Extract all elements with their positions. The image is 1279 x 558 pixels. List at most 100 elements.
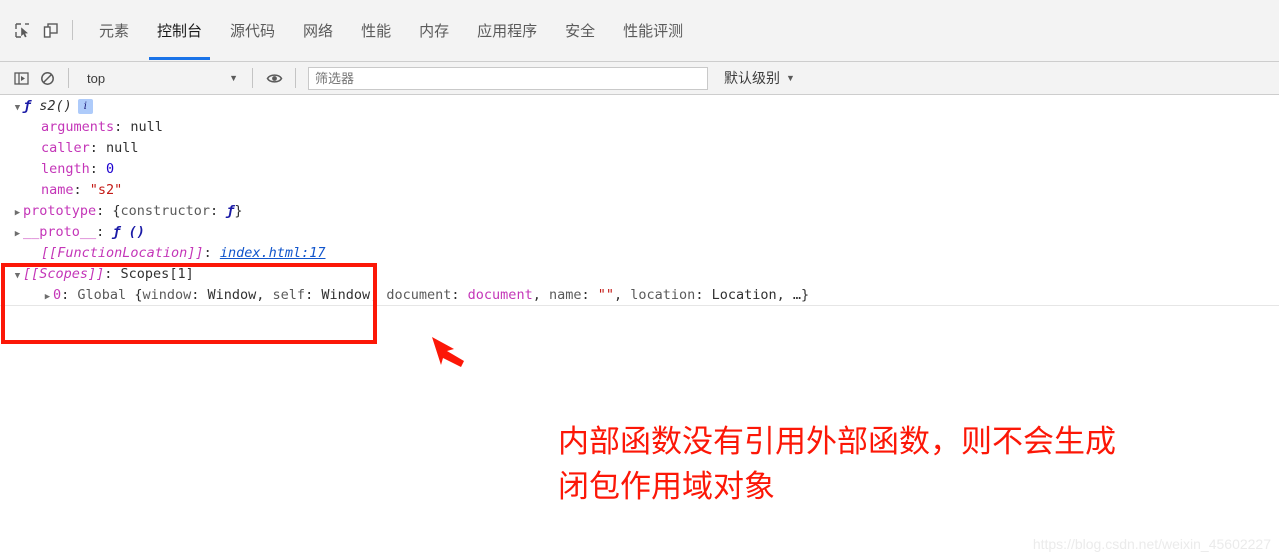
- console-token: name: [41, 182, 74, 198]
- tab-performance[interactable]: 性能: [347, 0, 405, 60]
- console-token: :: [581, 287, 598, 303]
- console-token: :: [89, 161, 107, 177]
- console-row-arguments[interactable]: arguments: null: [0, 117, 1279, 138]
- console-output: ƒ s2()iarguments: nullcaller: nulllength…: [0, 96, 1279, 306]
- annotation-line-1: 内部函数没有引用外部函数，则不会生成: [558, 424, 1116, 460]
- console-level-select[interactable]: 默认级别 ▼: [724, 68, 795, 88]
- tab-label: 控制台: [157, 22, 203, 40]
- console-row-prototype[interactable]: prototype: {constructor: ƒ}: [0, 201, 1279, 222]
- devtools-tab-list: 元素 控制台 源代码 网络 性能 内存 应用程序 安全 性能评测: [85, 0, 697, 60]
- disclosure-triangle-icon[interactable]: [42, 287, 53, 308]
- console-token: Window: [207, 287, 257, 303]
- console-token: Window: [321, 287, 371, 303]
- tab-sources[interactable]: 源代码: [216, 0, 289, 60]
- console-row-caller[interactable]: caller: null: [0, 138, 1279, 159]
- console-token: :: [209, 203, 227, 219]
- tab-memory[interactable]: 内存: [405, 0, 463, 60]
- console-toolbar-divider-2: [252, 68, 253, 88]
- console-token: :: [96, 224, 113, 240]
- console-token: : {: [96, 203, 121, 219]
- console-token: :: [451, 287, 468, 303]
- tab-label: 性能: [361, 22, 392, 40]
- disclosure-triangle-icon[interactable]: [12, 266, 23, 287]
- tab-application[interactable]: 应用程序: [463, 0, 551, 60]
- console-row-proto[interactable]: __proto__: ƒ (): [0, 222, 1279, 243]
- console-token: Scopes[1]: [120, 266, 194, 282]
- execution-context-value: top: [87, 70, 106, 86]
- console-token: constructor: [120, 203, 210, 219]
- devtools-toolbar-icons: [0, 0, 81, 60]
- disclosure-triangle-icon[interactable]: [12, 224, 23, 245]
- console-token: :: [191, 287, 208, 303]
- annotation-line-2: 闭包作用域对象: [558, 469, 775, 505]
- tab-label: 源代码: [230, 22, 276, 40]
- console-token: [[Scopes]]: [23, 266, 105, 282]
- info-badge-icon[interactable]: i: [77, 98, 93, 114]
- console-row-function-location[interactable]: [[FunctionLocation]]: index.html:17: [0, 243, 1279, 264]
- console-toolbar-divider-1: [68, 68, 69, 88]
- disclosure-triangle-icon[interactable]: [12, 98, 23, 119]
- console-token: :: [203, 245, 220, 261]
- console-token: :: [61, 287, 78, 303]
- console-token: Global: [77, 287, 127, 303]
- console-token: :: [73, 182, 90, 198]
- console-token: caller: [41, 140, 90, 156]
- console-token: null: [106, 140, 139, 156]
- console-row-fn-header[interactable]: ƒ s2() i: [0, 96, 1279, 117]
- console-filter-input[interactable]: [308, 66, 708, 90]
- console-token: "s2": [89, 182, 123, 198]
- console-row-name[interactable]: name: "s2": [0, 180, 1279, 201]
- console-token: ,: [614, 287, 631, 303]
- tab-security[interactable]: 安全: [551, 0, 609, 60]
- console-row-scope-0-global[interactable]: 0: Global {window: Window, self: Window,…: [0, 285, 1279, 306]
- annotation-text: 内部函数没有引用外部函数，则不会生成 闭包作用域对象: [558, 420, 1198, 510]
- console-row-scopes[interactable]: [[Scopes]]: Scopes[1]: [0, 264, 1279, 285]
- tab-elements[interactable]: 元素: [85, 0, 143, 60]
- inspect-element-icon[interactable]: [8, 16, 36, 44]
- console-token: {: [126, 287, 143, 303]
- console-token: s2(): [39, 98, 72, 114]
- console-token: ,: [370, 287, 387, 303]
- console-token: ƒ (): [112, 224, 145, 240]
- console-token: Location: [711, 287, 777, 303]
- console-toolbar-divider-3: [295, 68, 296, 88]
- console-token: null: [130, 119, 163, 135]
- console-token: length: [41, 161, 90, 177]
- console-token: ,: [532, 287, 549, 303]
- console-token: __proto__: [23, 224, 97, 240]
- chevron-down-icon: ▼: [786, 72, 795, 83]
- console-token: :: [114, 119, 131, 135]
- console-token: name: [548, 287, 582, 303]
- console-sidebar-icon[interactable]: [8, 65, 34, 91]
- live-expression-eye-icon[interactable]: [261, 65, 287, 91]
- console-token: self: [272, 287, 306, 303]
- clear-console-icon[interactable]: [34, 65, 60, 91]
- console-token: document: [467, 287, 533, 303]
- execution-context-select[interactable]: top ▼: [79, 67, 244, 89]
- console-token: }: [234, 203, 243, 219]
- console-toolbar: top ▼ 默认级别 ▼: [0, 62, 1279, 95]
- console-token: :: [695, 287, 712, 303]
- console-token: [[FunctionLocation]]: [41, 245, 204, 261]
- watermark: https://blog.csdn.net/weixin_45602227: [1032, 536, 1271, 552]
- tab-label: 元素: [99, 22, 130, 40]
- tab-network[interactable]: 网络: [289, 0, 347, 60]
- tab-label: 安全: [565, 22, 596, 40]
- console-token: "": [597, 287, 615, 303]
- console-token: , …}: [776, 287, 810, 303]
- console-token: window: [142, 287, 192, 303]
- console-level-value: 默认级别: [724, 70, 780, 86]
- console-token[interactable]: index.html:17: [220, 245, 326, 261]
- console-token: :: [89, 140, 107, 156]
- disclosure-triangle-icon[interactable]: [12, 203, 23, 224]
- device-toolbar-icon[interactable]: [36, 16, 64, 44]
- tab-lighthouse[interactable]: 性能评测: [609, 0, 697, 60]
- console-row-length[interactable]: length: 0: [0, 159, 1279, 180]
- toolbar-divider: [72, 20, 73, 40]
- console-token: :: [104, 266, 121, 282]
- devtools-tabbar: 元素 控制台 源代码 网络 性能 内存 应用程序 安全 性能评测: [0, 0, 1279, 62]
- tab-label: 内存: [419, 22, 450, 40]
- console-token: ,: [256, 287, 273, 303]
- tab-label: 性能评测: [623, 22, 684, 40]
- tab-console[interactable]: 控制台: [143, 0, 216, 60]
